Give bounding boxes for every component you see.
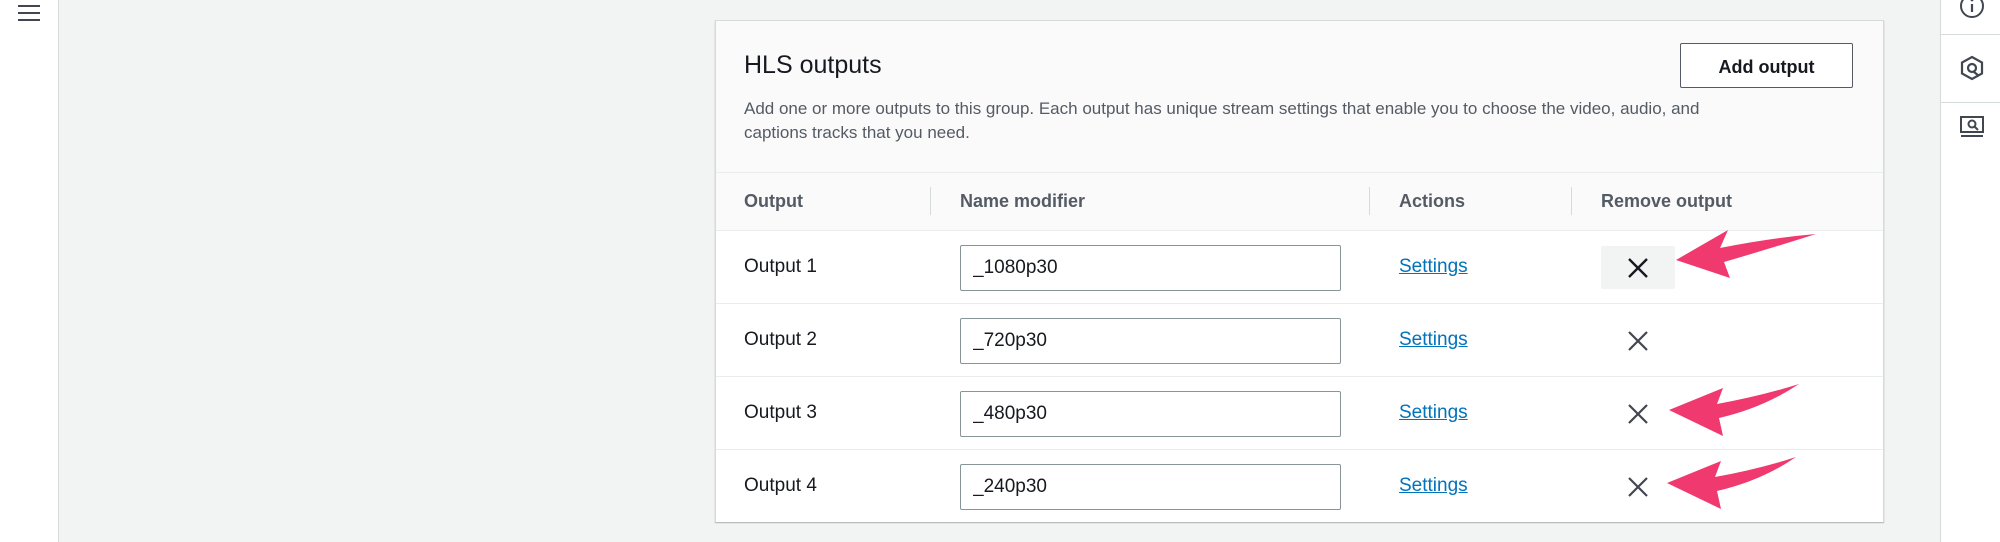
close-icon	[1628, 477, 1648, 497]
table-header: Output Name modifier Actions Remove outp…	[716, 173, 1883, 231]
output-name: Output 2	[744, 329, 817, 350]
column-header-output: Output	[744, 191, 803, 211]
column-header-remove-output: Remove output	[1601, 191, 1733, 211]
annotation-arrow-icon	[1669, 384, 1799, 436]
add-output-button[interactable]: Add output	[1680, 43, 1853, 88]
annotation-arrow-icon	[1667, 457, 1796, 509]
close-icon	[1628, 258, 1648, 278]
column-header-actions: Actions	[1399, 191, 1466, 211]
close-icon	[1628, 331, 1648, 351]
table-row: Output 2 Settings	[716, 304, 1883, 377]
name-modifier-input[interactable]	[960, 245, 1341, 291]
output-name: Output 1	[744, 256, 817, 277]
menu-icon[interactable]	[18, 0, 40, 21]
close-icon	[1628, 404, 1648, 424]
panel-title: HLS outputs	[744, 51, 882, 79]
left-navigation	[0, 0, 59, 542]
info-icon[interactable]	[1958, 0, 1986, 20]
right-tools-panel	[1940, 0, 2000, 542]
annotation-arrow-icon	[1676, 230, 1816, 278]
output-name: Output 3	[744, 402, 817, 423]
settings-link[interactable]: Settings	[1399, 450, 1468, 522]
settings-link[interactable]: Settings	[1399, 231, 1468, 303]
remove-output-button[interactable]	[1601, 392, 1675, 435]
screen-search-icon[interactable]	[1958, 113, 1986, 141]
settings-link[interactable]: Settings	[1399, 377, 1468, 449]
panel-description: Add one or more outputs to this group. E…	[744, 99, 1700, 142]
name-modifier-input[interactable]	[960, 464, 1341, 510]
column-header-name-modifier: Name modifier	[960, 191, 1086, 211]
remove-output-button[interactable]	[1601, 319, 1675, 362]
remove-output-button[interactable]	[1601, 246, 1675, 289]
name-modifier-input[interactable]	[960, 318, 1341, 364]
name-modifier-input[interactable]	[960, 391, 1341, 437]
settings-hex-icon[interactable]	[1958, 54, 1986, 82]
output-name: Output 4	[744, 475, 817, 496]
settings-link[interactable]: Settings	[1399, 304, 1468, 376]
panel-header: HLS outputs Add one or more outputs to t…	[716, 21, 1883, 173]
